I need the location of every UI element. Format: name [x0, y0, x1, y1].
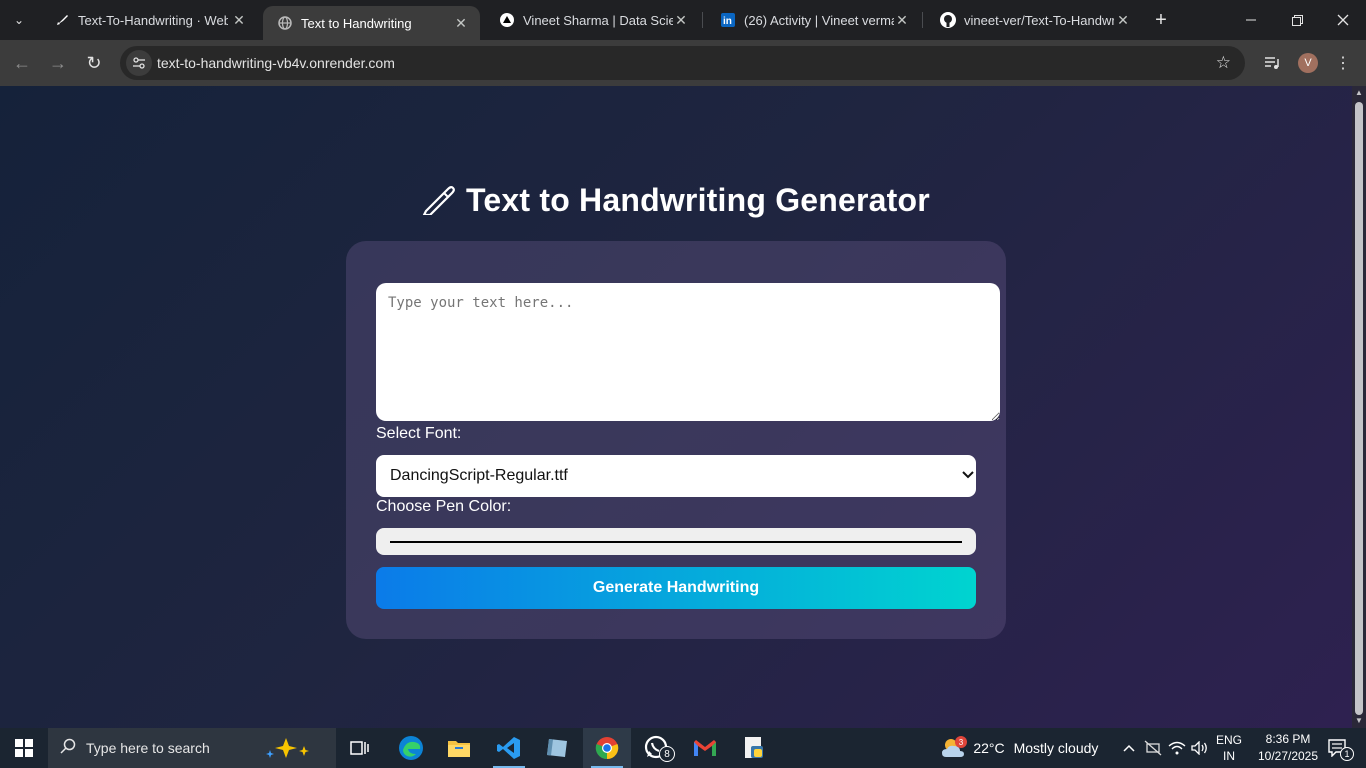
clock[interactable]: 8:36 PM 10/27/2025 — [1256, 731, 1320, 765]
search-placeholder: Type here to search — [86, 740, 210, 756]
notification-badge: 1 — [1340, 747, 1354, 761]
back-arrow-icon[interactable]: ← — [8, 49, 36, 77]
close-tab-icon[interactable]: ✕ — [1114, 11, 1132, 29]
chevron-down-icon — [962, 468, 974, 482]
whatsapp-icon[interactable]: 8 — [633, 728, 681, 768]
weather-badge: 3 — [955, 736, 967, 748]
new-tab-plus-icon[interactable]: + — [1150, 9, 1172, 31]
pen-nib-icon — [54, 12, 70, 28]
generator-card: Select Font: DancingScript-Regular.ttf C… — [346, 241, 1006, 639]
close-tab-icon[interactable]: ✕ — [230, 11, 248, 29]
page-title: Text to Handwriting Generator — [0, 182, 1352, 223]
close-tab-icon[interactable]: ✕ — [452, 14, 470, 32]
edge-browser-icon[interactable] — [388, 728, 434, 768]
tab-text-to-handwriting-web[interactable]: Text-To-Handwriting · Web S ✕ — [40, 0, 258, 40]
text-input-area[interactable] — [376, 283, 1000, 421]
font-label: Select Font: — [376, 425, 462, 442]
minimize-icon[interactable] — [1228, 0, 1274, 40]
tab-linkedin-activity[interactable]: in (26) Activity | Vineet verma | ✕ — [706, 0, 920, 40]
tab-separator — [922, 12, 923, 28]
scroll-up-icon[interactable]: ▲ — [1354, 88, 1364, 98]
reload-icon[interactable]: ↻ — [80, 49, 108, 77]
restore-icon[interactable] — [1274, 0, 1320, 40]
network-off-icon[interactable] — [1142, 728, 1164, 768]
page-viewport: Text to Handwriting Generator Select Fon… — [0, 86, 1352, 728]
site-info-icon[interactable] — [126, 50, 152, 76]
close-tab-icon[interactable]: ✕ — [673, 11, 689, 29]
gmail-icon[interactable] — [682, 728, 728, 768]
pen-color-label: Choose Pen Color: — [376, 498, 512, 515]
volume-icon[interactable] — [1189, 728, 1211, 768]
github-icon — [940, 12, 956, 28]
bookmark-star-icon[interactable]: ☆ — [1216, 53, 1231, 73]
language-indicator[interactable]: ENG IN — [1216, 732, 1242, 764]
linkedin-icon: in — [720, 12, 736, 28]
taskbar-search[interactable]: Type here to search — [48, 728, 336, 768]
close-tab-icon[interactable]: ✕ — [894, 11, 910, 29]
windows-taskbar: Type here to search 8 3 22°C Mostly clou… — [0, 728, 1366, 768]
more-menu-icon[interactable]: ⋮ — [1329, 49, 1357, 77]
page-title-text: Text to Handwriting Generator — [466, 182, 930, 218]
tray-chevron-up-icon[interactable] — [1118, 728, 1140, 768]
close-window-icon[interactable] — [1320, 0, 1366, 40]
python-file-icon[interactable] — [730, 728, 778, 768]
weather-desc[interactable]: Mostly cloudy — [1010, 728, 1102, 768]
generate-button[interactable]: Generate Handwriting — [376, 567, 976, 609]
profile-avatar[interactable]: V — [1294, 49, 1322, 77]
tab-text-to-handwriting[interactable]: Text to Handwriting ✕ — [263, 6, 480, 40]
font-select[interactable]: DancingScript-Regular.ttf — [376, 455, 976, 497]
scroll-thumb[interactable] — [1355, 102, 1363, 715]
page-scrollbar[interactable]: ▲ ▼ — [1352, 86, 1366, 728]
task-view-icon[interactable] — [338, 728, 382, 768]
globe-icon — [277, 15, 293, 31]
tab-vineet-sharma[interactable]: Vineet Sharma | Data Scienti ✕ — [485, 0, 699, 40]
pencil-icon — [422, 185, 456, 223]
weather-cloud-icon[interactable]: 3 — [938, 728, 970, 768]
tab-github-repo[interactable]: vineet-ver/Text-To-Handwrit ✕ — [926, 0, 1142, 40]
pen-color-swatch — [390, 541, 962, 543]
windows-start-icon[interactable] — [0, 728, 48, 768]
tab-search-chevron-icon[interactable]: ⌄ — [6, 7, 32, 33]
search-icon — [60, 738, 76, 759]
browser-toolbar: ← → ↻ text-to-handwriting-vb4v.onrender.… — [0, 40, 1366, 86]
svg-text:in: in — [723, 16, 732, 27]
address-bar[interactable]: text-to-handwriting-vb4v.onrender.com ☆ — [120, 46, 1245, 80]
font-select-value: DancingScript-Regular.ttf — [390, 467, 568, 484]
media-controls-icon[interactable] — [1258, 49, 1286, 77]
tab-bar: ⌄ Text-To-Handwriting · Web S ✕ Text to … — [0, 0, 1366, 40]
triangle-logo-icon — [499, 12, 515, 28]
notes-app-icon[interactable] — [534, 728, 580, 768]
whatsapp-badge: 8 — [659, 746, 675, 762]
wifi-icon[interactable] — [1166, 728, 1188, 768]
tab-separator — [702, 12, 703, 28]
chrome-icon[interactable] — [583, 728, 631, 768]
vscode-icon[interactable] — [485, 728, 533, 768]
url-text: text-to-handwriting-vb4v.onrender.com — [157, 55, 395, 71]
forward-arrow-icon[interactable]: → — [44, 49, 72, 77]
scroll-down-icon[interactable]: ▼ — [1354, 716, 1364, 726]
weather-temp[interactable]: 22°C — [972, 728, 1006, 768]
pen-color-picker[interactable] — [376, 528, 976, 555]
file-explorer-icon[interactable] — [436, 728, 482, 768]
notification-center-icon[interactable]: 1 — [1320, 728, 1356, 768]
copilot-sparkle-icon[interactable] — [264, 736, 324, 763]
